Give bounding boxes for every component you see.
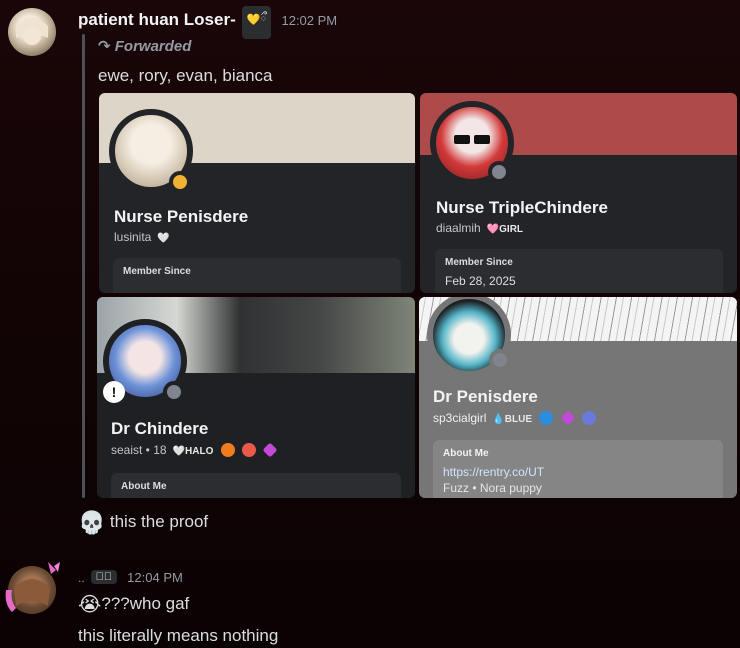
badge-gem-icon bbox=[262, 442, 278, 458]
profile-username: lusinita 🤍 bbox=[114, 230, 170, 244]
status-offline-icon bbox=[163, 381, 185, 403]
about-link[interactable]: https://rentry.co/UT bbox=[443, 465, 713, 479]
profile-pill: 💧BLUE bbox=[492, 414, 533, 425]
server-tag[interactable]: 💛ྀ bbox=[241, 6, 272, 39]
server-tag[interactable]: 🗡ྀ bbox=[90, 570, 118, 584]
status-idle-icon bbox=[169, 171, 191, 193]
user-avatar[interactable] bbox=[8, 566, 56, 614]
message-header: patient huan Loser- 💛ྀ 12:02 PM bbox=[78, 6, 337, 39]
message-text: ???who gaf bbox=[101, 594, 190, 613]
timestamp[interactable]: 12:04 PM bbox=[127, 570, 183, 585]
member-since-section: Member Since bbox=[113, 258, 401, 293]
profile-card-4[interactable]: Dr Penisdere sp3cialgirl 💧BLUE About Me h… bbox=[419, 297, 737, 498]
forwarded-label: ↷ Forwarded bbox=[98, 38, 192, 55]
profile-username: sp3cialgirl 💧BLUE bbox=[433, 410, 597, 426]
forward-arrow-icon: ↷ bbox=[98, 38, 111, 55]
display-name: Dr Penisdere bbox=[433, 387, 538, 406]
badge-gem-icon bbox=[560, 410, 576, 426]
forwarded-text: ewe, rory, evan, bianca bbox=[98, 66, 273, 85]
display-name: Dr Chindere bbox=[111, 419, 209, 438]
profile-card-3[interactable]: ! Dr Chindere seaist • 18 🤍HALO About Me bbox=[97, 297, 415, 498]
message-line: 💀 this the proof bbox=[78, 510, 208, 536]
username[interactable]: patient huan Loser- bbox=[78, 10, 236, 29]
badge-orbit-icon bbox=[220, 443, 235, 457]
message-text: this literally means nothing bbox=[78, 626, 279, 645]
skull-emoji: 💀 bbox=[78, 510, 106, 535]
alert-icon: ! bbox=[103, 381, 125, 403]
forward-bar bbox=[82, 34, 85, 498]
profile-pill: 🩷GIRL bbox=[486, 224, 524, 235]
profile-username: seaist • 18 🤍HALO bbox=[111, 442, 278, 458]
badge-orbit-icon bbox=[539, 411, 554, 425]
user-avatar[interactable] bbox=[8, 8, 56, 56]
profile-card-1[interactable]: Nurse Penisdere lusinita 🤍 Member Since bbox=[99, 93, 415, 293]
badge-heart-icon bbox=[242, 443, 257, 457]
message-header: .. 🗡ྀ 12:04 PM bbox=[78, 569, 183, 587]
message-text: this the proof bbox=[109, 512, 209, 531]
profile-pill: 🤍HALO bbox=[172, 446, 214, 457]
crying-emoji: 😭 bbox=[78, 594, 102, 616]
display-name: Nurse TripleChindere bbox=[436, 198, 608, 217]
about-me-section: About Me https://rentry.co/UT Fuzz • Nor… bbox=[433, 440, 723, 498]
badge-gear-icon bbox=[582, 411, 597, 425]
status-offline-icon bbox=[488, 161, 510, 183]
profile-card-2[interactable]: Nurse TripleChindere diaalmih 🩷GIRL Membe… bbox=[420, 93, 737, 293]
timestamp[interactable]: 12:02 PM bbox=[281, 13, 337, 28]
profile-pill: 🤍 bbox=[157, 233, 170, 244]
member-since-section: Member Since Feb 28, 2025 bbox=[435, 249, 723, 293]
message-line: 😭???who gaf bbox=[78, 592, 189, 617]
profile-username: diaalmih 🩷GIRL bbox=[436, 221, 524, 235]
username[interactable]: .. bbox=[78, 571, 85, 585]
display-name: Nurse Penisdere bbox=[114, 207, 249, 226]
about-me-section: About Me bbox=[111, 473, 401, 498]
status-offline-icon bbox=[489, 349, 511, 371]
